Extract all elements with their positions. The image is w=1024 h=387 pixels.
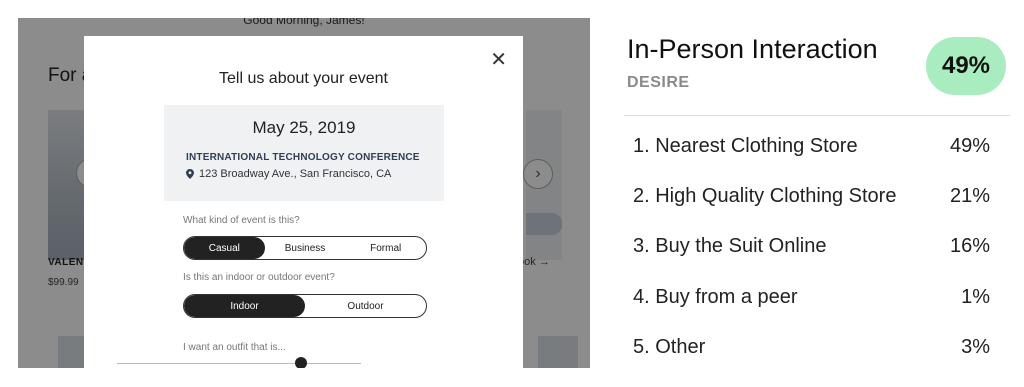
result-row: 2. High Quality Clothing Store 21% — [633, 182, 990, 210]
result-label: 4. Buy from a peer — [633, 285, 798, 308]
option-business[interactable]: Business — [265, 237, 346, 259]
event-kind-selector: Casual Business Formal — [183, 236, 427, 260]
event-location-selector: Indoor Outdoor — [183, 294, 427, 318]
option-formal[interactable]: Formal — [345, 237, 426, 259]
result-label: 1. Nearest Clothing Store — [633, 134, 858, 157]
result-row: 1. Nearest Clothing Store 49% — [633, 132, 990, 160]
event-summary: May 25, 2019 INTERNATIONAL TECHNOLOGY CO… — [164, 105, 444, 201]
event-address: 123 Broadway Ave., San Francisco, CA — [186, 168, 391, 180]
panel-title: In-Person Interaction — [627, 34, 878, 64]
event-name: INTERNATIONAL TECHNOLOGY CONFERENCE — [186, 152, 420, 163]
app-screenshot: Good Morning, James! For a ‹ › VALENT $9… — [18, 18, 590, 368]
outfit-question: I want an outfit that is... — [183, 342, 286, 353]
outfit-slider-thumb[interactable] — [295, 357, 307, 368]
option-outdoor[interactable]: Outdoor — [305, 295, 426, 317]
close-icon[interactable]: ✕ — [490, 50, 507, 70]
event-date: May 25, 2019 — [252, 118, 356, 137]
result-percent: 21% — [949, 184, 990, 207]
results-panel: In-Person Interaction DESIRE 49% 1. Near… — [610, 0, 1024, 387]
event-kind-question: What kind of event is this? — [183, 215, 300, 226]
modal-title: Tell us about your event — [219, 70, 388, 87]
result-percent: 1% — [961, 285, 990, 308]
divider — [624, 115, 1010, 116]
result-label: 3. Buy the Suit Online — [633, 234, 827, 257]
location-pin-icon — [186, 169, 194, 179]
result-percent: 16% — [949, 234, 990, 257]
outfit-slider-track[interactable] — [117, 363, 361, 364]
percentage-badge: 49% — [926, 37, 1006, 95]
panel-subtitle: DESIRE — [627, 74, 690, 91]
event-modal: ✕ Tell us about your event May 25, 2019 … — [84, 36, 523, 368]
result-percent: 49% — [949, 134, 990, 157]
event-location-question: Is this an indoor or outdoor event? — [183, 272, 335, 283]
option-indoor[interactable]: Indoor — [184, 295, 305, 317]
result-row: 5. Other 3% — [633, 333, 990, 361]
result-percent: 3% — [961, 335, 990, 358]
result-row: 3. Buy the Suit Online 16% — [633, 232, 990, 260]
result-label: 5. Other — [633, 335, 706, 358]
option-casual[interactable]: Casual — [184, 237, 265, 259]
result-label: 2. High Quality Clothing Store — [633, 184, 897, 207]
result-row: 4. Buy from a peer 1% — [633, 283, 990, 311]
